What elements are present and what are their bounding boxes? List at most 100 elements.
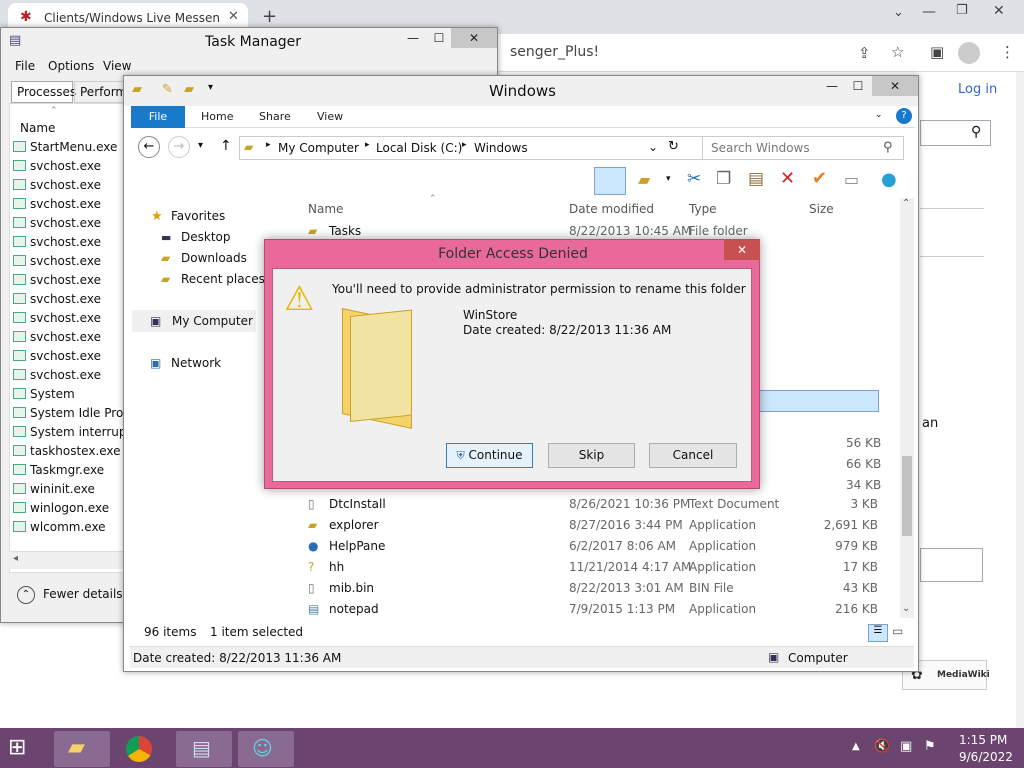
paste-icon[interactable]: ▤ (748, 169, 764, 189)
share-icon[interactable]: ⇪ (858, 44, 871, 62)
nav-my-computer-row[interactable]: ▣ My Computer (132, 310, 256, 332)
rename-icon[interactable]: ▭ (844, 170, 859, 189)
browser-minimize-icon[interactable]: — (922, 4, 936, 20)
back-icon[interactable]: ← (138, 136, 160, 158)
tm-menu-file[interactable]: File (15, 59, 35, 73)
show-hidden-icons-icon[interactable]: ▲ (852, 741, 860, 752)
forward-icon[interactable]: → (168, 136, 190, 158)
preview-pane-icon[interactable] (594, 167, 626, 195)
tm-process-row[interactable]: winlogon.exe (13, 501, 125, 520)
file-row[interactable]: ▰ explorer 8/27/2016 3:44 PM Application 2,6… (308, 515, 878, 536)
tm-process-row[interactable]: svchost.exe (13, 349, 125, 368)
column-date-modified[interactable]: Date modified (569, 202, 654, 216)
address-breadcrumb[interactable]: ▰ ▸ My Computer ▸ Local Disk (C:) ▸ Wind… (239, 136, 779, 160)
cut-icon[interactable]: ✂ (687, 169, 701, 189)
browser-chevron-down-icon[interactable]: ⌄ (893, 5, 904, 20)
browser-scrollbar[interactable] (1016, 72, 1024, 728)
browser-menu-icon[interactable]: ⋮ (1000, 43, 1015, 61)
tm-close-icon[interactable]: ✕ (451, 28, 497, 48)
taskbar-explorer-button[interactable]: ▰ (54, 731, 110, 767)
scroll-up-icon[interactable]: ⌃ (902, 198, 910, 209)
tm-process-row[interactable]: svchost.exe (13, 254, 125, 273)
nav-favorites[interactable]: Favorites (171, 209, 225, 223)
nav-recent-places[interactable]: Recent places (181, 272, 265, 286)
taskbar-chrome-button[interactable] (112, 731, 168, 767)
details-view-icon[interactable]: ☰ (868, 624, 888, 642)
address-bar[interactable]: senger_Plus! (480, 41, 850, 65)
file-list-scrollbar[interactable]: ⌃ ⌄ (900, 198, 914, 618)
tm-process-row[interactable]: System Idle Proce (13, 406, 125, 425)
tm-process-row[interactable]: svchost.exe (13, 311, 125, 330)
explorer-close-icon[interactable]: ✕ (872, 76, 918, 96)
ribbon-tab-file[interactable]: File (131, 106, 185, 128)
tm-process-row[interactable]: svchost.exe (13, 235, 125, 254)
tm-process-row[interactable]: Taskmgr.exe (13, 463, 125, 482)
column-name[interactable]: Name (308, 202, 343, 216)
breadcrumb-chevron-icon[interactable]: ▸ (266, 140, 271, 150)
explorer-maximize-icon[interactable]: ☐ (844, 76, 872, 96)
clock-time[interactable]: 1:15 PM (959, 733, 1007, 747)
network-tray-icon[interactable]: ▣ (900, 739, 912, 754)
file-row[interactable]: ? hh 11/21/2014 4:17 AM Application 17 KB (308, 557, 878, 578)
explorer-minimize-icon[interactable]: — (818, 76, 846, 96)
browser-close-icon[interactable]: ✕ (993, 3, 1005, 19)
tm-tab-performance[interactable]: Perform (74, 81, 126, 103)
profile-avatar-icon[interactable] (958, 42, 980, 64)
breadcrumb-chevron-icon[interactable]: ▸ (462, 140, 467, 150)
select-checkmark-icon[interactable]: ✔ (812, 168, 827, 189)
nav-desktop[interactable]: Desktop (181, 230, 231, 244)
nav-downloads[interactable]: Downloads (181, 251, 247, 265)
search-input[interactable]: Search Windows (711, 141, 810, 155)
file-row[interactable]: ▯ mib.bin 8/22/2013 3:01 AM BIN File 43 KB (308, 578, 878, 599)
tm-process-row[interactable]: svchost.exe (13, 216, 125, 235)
bookmark-star-icon[interactable]: ☆ (891, 43, 904, 61)
up-icon[interactable]: ↑ (220, 138, 232, 154)
tm-process-row[interactable]: svchost.exe (13, 330, 125, 349)
task-manager-titlebar[interactable]: ▤ Task Manager — ☐ ✕ (1, 28, 497, 56)
recent-locations-icon[interactable]: ▾ (198, 140, 203, 151)
skip-button[interactable]: Skip (548, 443, 635, 468)
wiki-login-link[interactable]: Log in (958, 82, 997, 97)
explorer-titlebar[interactable]: ▰ ✎ ▰ ▾ Windows — ☐ ✕ (124, 76, 918, 106)
scroll-down-icon[interactable]: ⌄ (902, 603, 910, 614)
breadcrumb-windows[interactable]: Windows (474, 141, 528, 155)
start-windows-icon[interactable]: ⊞ (8, 735, 26, 760)
dialog-close-icon[interactable]: ✕ (724, 240, 760, 260)
volume-muted-icon[interactable]: 🔇 (874, 739, 890, 754)
file-row[interactable]: ▯ DtcInstall 8/26/2021 10:36 PM Text Docume… (308, 494, 878, 515)
tm-process-row[interactable]: svchost.exe (13, 273, 125, 292)
tm-process-row[interactable]: taskhostex.exe (13, 444, 125, 463)
tm-menu-options[interactable]: Options (48, 59, 94, 73)
tm-process-row[interactable]: svchost.exe (13, 197, 125, 216)
qat-new-folder-icon[interactable]: ▰ (184, 82, 194, 97)
action-center-icon[interactable]: ⚑ (924, 739, 936, 754)
refresh-icon[interactable]: ↻ (668, 139, 679, 154)
wiki-search-icon[interactable]: ⚲ (971, 124, 981, 140)
new-tab-icon[interactable]: + (262, 6, 277, 27)
wiki-search-box[interactable]: ⚲ (920, 120, 991, 146)
tm-process-row[interactable]: System interrupts (13, 425, 125, 444)
tm-menu-view[interactable]: View (103, 59, 131, 73)
tm-maximize-icon[interactable]: ☐ (425, 28, 453, 48)
tm-scroll-left-icon[interactable]: ◂ (13, 553, 18, 564)
browser-restore-icon[interactable]: ❐ (956, 3, 968, 18)
tm-process-row[interactable]: svchost.exe (13, 159, 125, 178)
tm-tab-processes[interactable]: Processes (11, 81, 76, 103)
search-icon[interactable]: ⚲ (883, 140, 893, 155)
properties-icon[interactable]: ▰ (638, 170, 650, 189)
tm-process-row[interactable]: System (13, 387, 125, 406)
tab-close-icon[interactable]: ✕ (228, 9, 239, 24)
clock-date[interactable]: 9/6/2022 (959, 750, 1013, 764)
scroll-thumb[interactable] (902, 456, 912, 536)
side-panel-icon[interactable]: ▣ (930, 43, 944, 61)
tm-process-row[interactable]: StartMenu.exe (13, 140, 125, 159)
tm-process-row[interactable]: wininit.exe (13, 482, 125, 501)
ribbon-tab-home[interactable]: Home (201, 110, 233, 123)
properties-dropdown-icon[interactable]: ▾ (666, 174, 671, 184)
file-row[interactable]: ▤ notepad 7/9/2015 1:13 PM Application 216 K… (308, 599, 878, 620)
large-icons-view-icon[interactable]: ▭ (892, 624, 903, 638)
breadcrumb-local-disk[interactable]: Local Disk (C:) (376, 141, 462, 155)
nav-network[interactable]: Network (171, 356, 221, 370)
ribbon-expand-icon[interactable]: ⌄ (875, 110, 883, 120)
ribbon-tab-share[interactable]: Share (259, 110, 291, 123)
